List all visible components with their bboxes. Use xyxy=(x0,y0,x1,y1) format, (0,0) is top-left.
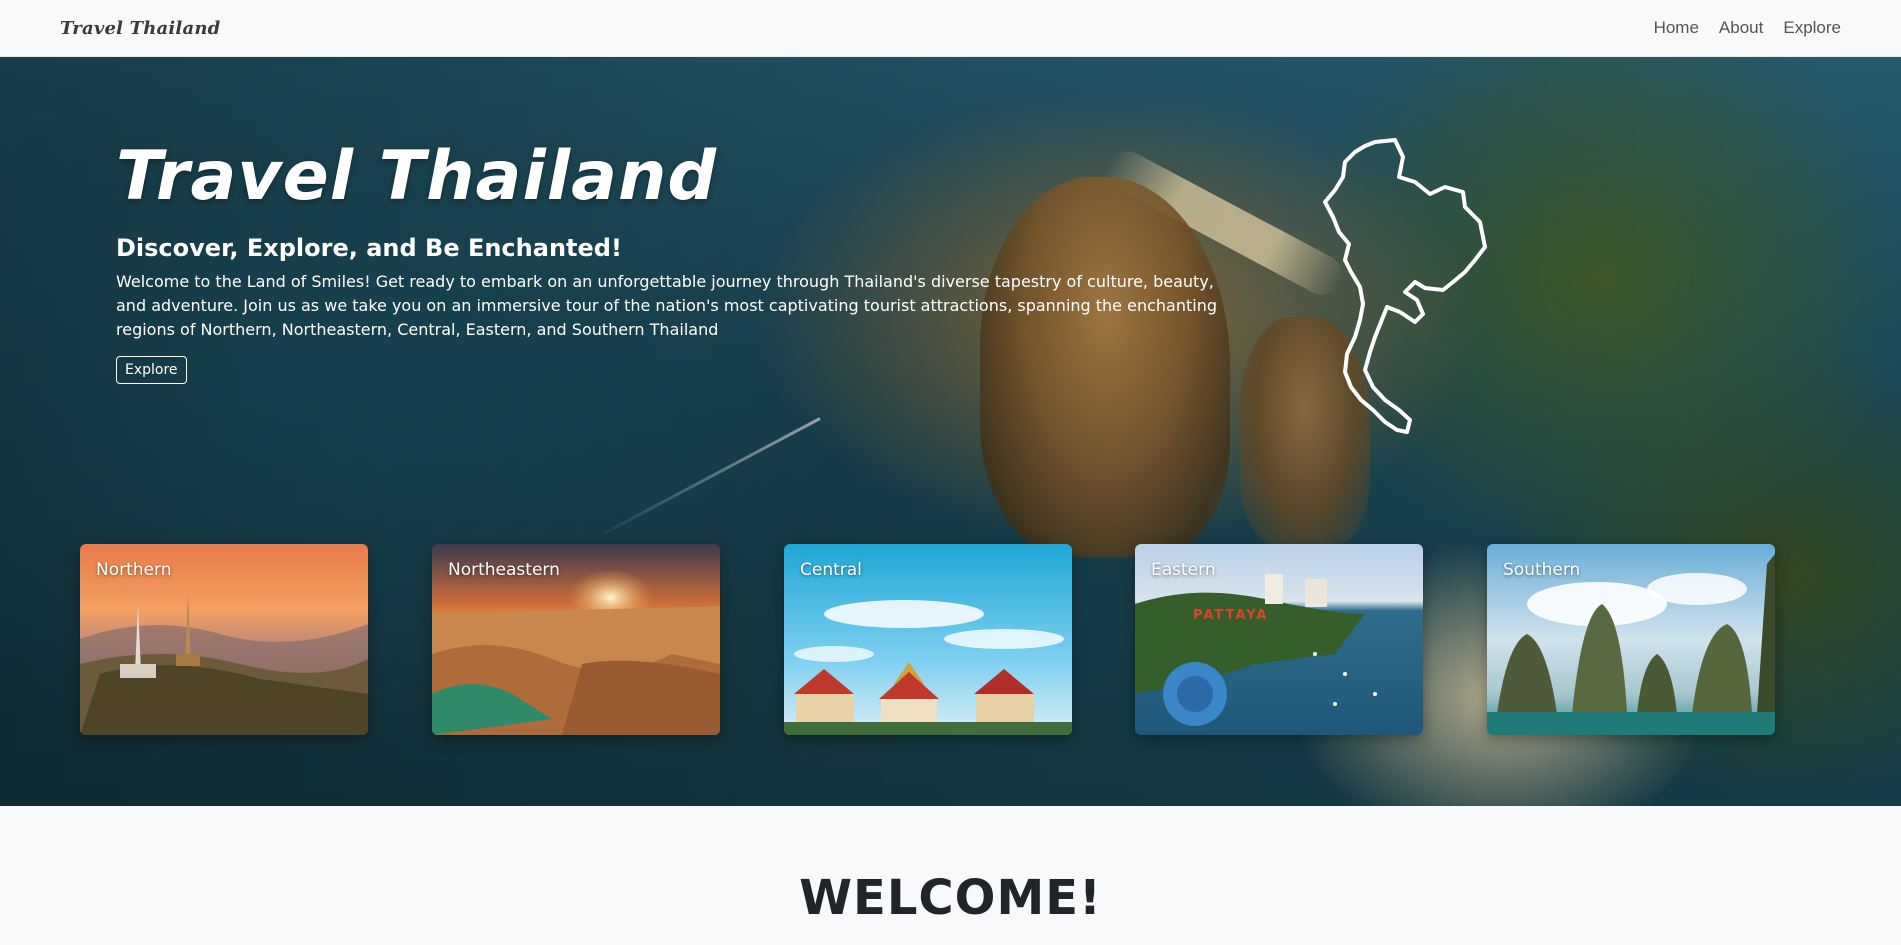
nav-link-about[interactable]: About xyxy=(1719,18,1763,38)
hero-section: Travel Thailand Discover, Explore, and B… xyxy=(0,57,1901,806)
explore-button[interactable]: Explore xyxy=(116,356,187,384)
hero-description: Welcome to the Land of Smiles! Get ready… xyxy=(116,272,1217,339)
region-card-label: Northeastern xyxy=(448,560,560,580)
brand-logo[interactable]: Travel Thailand xyxy=(60,18,220,39)
nav-link-home[interactable]: Home xyxy=(1654,18,1699,38)
welcome-heading: WELCOME! xyxy=(799,870,1102,926)
region-card-label: Northern xyxy=(96,560,172,580)
thailand-map-outline-icon xyxy=(1323,138,1487,434)
hero-title: Travel Thailand xyxy=(116,137,718,216)
hero-content: Travel Thailand Discover, Explore, and B… xyxy=(116,132,1226,384)
nav-links: Home About Explore xyxy=(1654,18,1841,38)
region-card-label: Central xyxy=(800,560,862,580)
region-card-central[interactable]: Central xyxy=(784,544,1072,735)
navbar: Travel Thailand Home About Explore xyxy=(0,0,1901,57)
hero-subtitle: Discover, Explore, and Be Enchanted! xyxy=(116,234,622,262)
region-card-label: Southern xyxy=(1503,560,1581,580)
region-card-label: Eastern xyxy=(1151,560,1216,580)
region-card-southern[interactable]: Southern xyxy=(1487,544,1775,735)
region-card-eastern[interactable]: PATTAYA Eastern xyxy=(1135,544,1423,735)
pattaya-sign: PATTAYA xyxy=(1193,608,1268,623)
region-card-northern[interactable]: Northern xyxy=(80,544,368,735)
region-card-northeastern[interactable]: Northeastern xyxy=(432,544,720,735)
nav-link-explore[interactable]: Explore xyxy=(1783,18,1841,38)
